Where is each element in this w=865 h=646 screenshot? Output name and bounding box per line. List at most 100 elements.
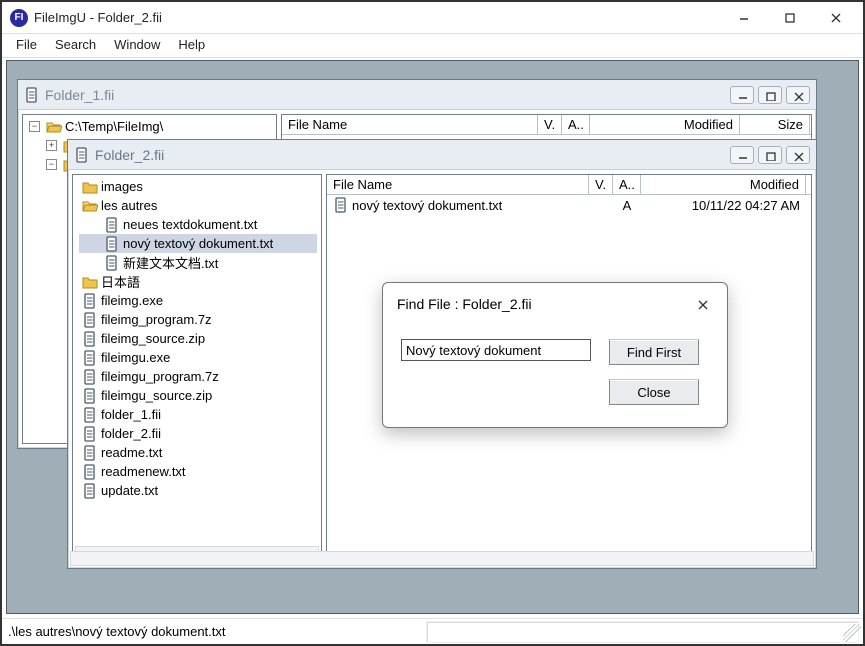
child-maximize-button[interactable] xyxy=(758,86,782,104)
tree-item[interactable]: 日本語 xyxy=(79,272,317,291)
tree-item-label: fileimgu.exe xyxy=(101,350,170,365)
tree-item-label: fileimgu_program.7z xyxy=(101,369,219,384)
child-close-button[interactable] xyxy=(786,86,810,104)
tree-item[interactable]: folder_1.fii xyxy=(79,405,317,424)
tree-item[interactable]: fileimgu_program.7z xyxy=(79,367,317,386)
find-dialog-close-button[interactable] xyxy=(691,293,713,315)
tree-item-label: fileimg.exe xyxy=(101,293,163,308)
menu-bar: File Search Window Help xyxy=(2,34,863,58)
document-icon xyxy=(333,197,349,213)
file-icon xyxy=(82,388,98,404)
menu-file[interactable]: File xyxy=(16,37,37,52)
tree-root[interactable]: − C:\Temp\FileImg\ xyxy=(29,117,272,136)
app-icon: FI xyxy=(10,9,28,27)
col-attr[interactable]: A.. xyxy=(613,175,641,194)
list-header[interactable]: File Name V. A.. Modified Size xyxy=(282,115,811,135)
tree-item[interactable]: nový textový dokument.txt xyxy=(79,234,317,253)
tree-item-label: nový textový dokument.txt xyxy=(123,236,273,251)
menu-window[interactable]: Window xyxy=(114,37,160,52)
col-filename[interactable]: File Name xyxy=(327,175,589,194)
tree-item[interactable]: neues textdokument.txt xyxy=(79,215,317,234)
child-minimize-button[interactable] xyxy=(730,146,754,164)
app-maximize-button[interactable] xyxy=(767,2,813,34)
tree-item[interactable]: fileimgu_source.zip xyxy=(79,386,317,405)
child-minimize-button[interactable] xyxy=(730,86,754,104)
child-titlebar-folder1[interactable]: Folder_1.fii xyxy=(18,80,816,110)
file-icon xyxy=(82,464,98,480)
resize-grip[interactable] xyxy=(843,624,861,642)
tree-item-label: folder_1.fii xyxy=(101,407,161,422)
folder-open-icon xyxy=(82,198,98,214)
tree-item[interactable]: fileimg_program.7z xyxy=(79,310,317,329)
file-icon xyxy=(82,407,98,423)
list-header[interactable]: File Name V. A.. Modified xyxy=(327,175,811,195)
child-title: Folder_1.fii xyxy=(45,87,726,103)
file-icon xyxy=(104,217,120,233)
close-icon xyxy=(695,297,709,311)
find-dialog-title: Find File : Folder_2.fii xyxy=(397,296,691,312)
child-titlebar-folder2[interactable]: Folder_2.fii xyxy=(68,140,816,170)
tree-item-label: 新建文本文档.txt xyxy=(123,253,218,272)
document-icon xyxy=(74,147,90,163)
cell-attr: A xyxy=(613,198,641,213)
expand-toggle-icon[interactable]: − xyxy=(46,159,57,170)
tree-item[interactable]: readmenew.txt xyxy=(79,462,317,481)
tree-item[interactable]: readme.txt xyxy=(79,443,317,462)
tree-pane-folder2[interactable]: images les autresneues textdokument.txt no… xyxy=(72,174,322,564)
tree-item-label: fileimg_source.zip xyxy=(101,331,205,346)
tree-item[interactable]: fileimg_source.zip xyxy=(79,329,317,348)
app-close-button[interactable] xyxy=(813,2,859,34)
expand-toggle-icon[interactable]: + xyxy=(46,140,57,151)
file-icon xyxy=(82,426,98,442)
tree-item-label: readme.txt xyxy=(101,445,162,460)
tree-item[interactable]: update.txt xyxy=(79,481,317,500)
find-first-button[interactable]: Find First xyxy=(609,339,699,365)
app-titlebar: FI FileImgU - Folder_2.fii xyxy=(2,2,863,34)
col-filename[interactable]: File Name xyxy=(282,115,538,134)
status-bar: .\les autres\nový textový dokument.txt xyxy=(2,618,863,644)
tree-item-label: readmenew.txt xyxy=(101,464,186,479)
cell-modified: 10/11/22 04:27 AM xyxy=(641,198,806,213)
file-icon xyxy=(82,331,98,347)
child-maximize-button[interactable] xyxy=(758,146,782,164)
menu-help[interactable]: Help xyxy=(178,37,205,52)
tree-item[interactable]: folder_2.fii xyxy=(79,424,317,443)
app-minimize-button[interactable] xyxy=(721,2,767,34)
tree-root-label: C:\Temp\FileImg\ xyxy=(65,119,163,134)
col-attr[interactable]: A.. xyxy=(562,115,590,134)
tree-item[interactable]: 新建文本文档.txt xyxy=(79,253,317,272)
tree-item-label: 日本語 xyxy=(101,272,140,291)
expand-toggle-icon[interactable]: − xyxy=(29,121,40,132)
find-close-button[interactable]: Close xyxy=(609,379,699,405)
document-icon xyxy=(24,87,40,103)
tree-item[interactable]: fileimg.exe xyxy=(79,291,317,310)
cell-filename: nový textový dokument.txt xyxy=(327,197,589,213)
col-modified[interactable]: Modified xyxy=(590,115,740,134)
tree-item-label: fileimgu_source.zip xyxy=(101,388,212,403)
folder-open-icon xyxy=(46,119,62,135)
list-row[interactable]: nový textový dokument.txt A10/11/22 04:27… xyxy=(327,195,811,215)
file-icon xyxy=(82,293,98,309)
col-modified[interactable]: Modified xyxy=(641,175,806,194)
file-icon xyxy=(82,445,98,461)
menu-search[interactable]: Search xyxy=(55,37,96,52)
horizontal-scrollbar[interactable] xyxy=(70,551,814,566)
tree-item-label: update.txt xyxy=(101,483,158,498)
tree-item-label: folder_2.fii xyxy=(101,426,161,441)
status-panel-2 xyxy=(426,621,859,643)
tree-item[interactable]: images xyxy=(79,177,317,196)
status-path: .\les autres\nový textový dokument.txt xyxy=(2,621,426,643)
file-icon xyxy=(104,255,120,271)
find-input[interactable] xyxy=(401,339,591,361)
tree-item-label: fileimg_program.7z xyxy=(101,312,212,327)
tree-item-label: images xyxy=(101,179,143,194)
col-size[interactable]: Size xyxy=(740,115,810,134)
find-file-dialog[interactable]: Find File : Folder_2.fii Find First Clos… xyxy=(382,282,728,428)
file-icon xyxy=(82,312,98,328)
tree-item[interactable]: les autres xyxy=(79,196,317,215)
col-version[interactable]: V. xyxy=(538,115,562,134)
file-icon xyxy=(82,369,98,385)
col-version[interactable]: V. xyxy=(589,175,613,194)
child-close-button[interactable] xyxy=(786,146,810,164)
tree-item[interactable]: fileimgu.exe xyxy=(79,348,317,367)
